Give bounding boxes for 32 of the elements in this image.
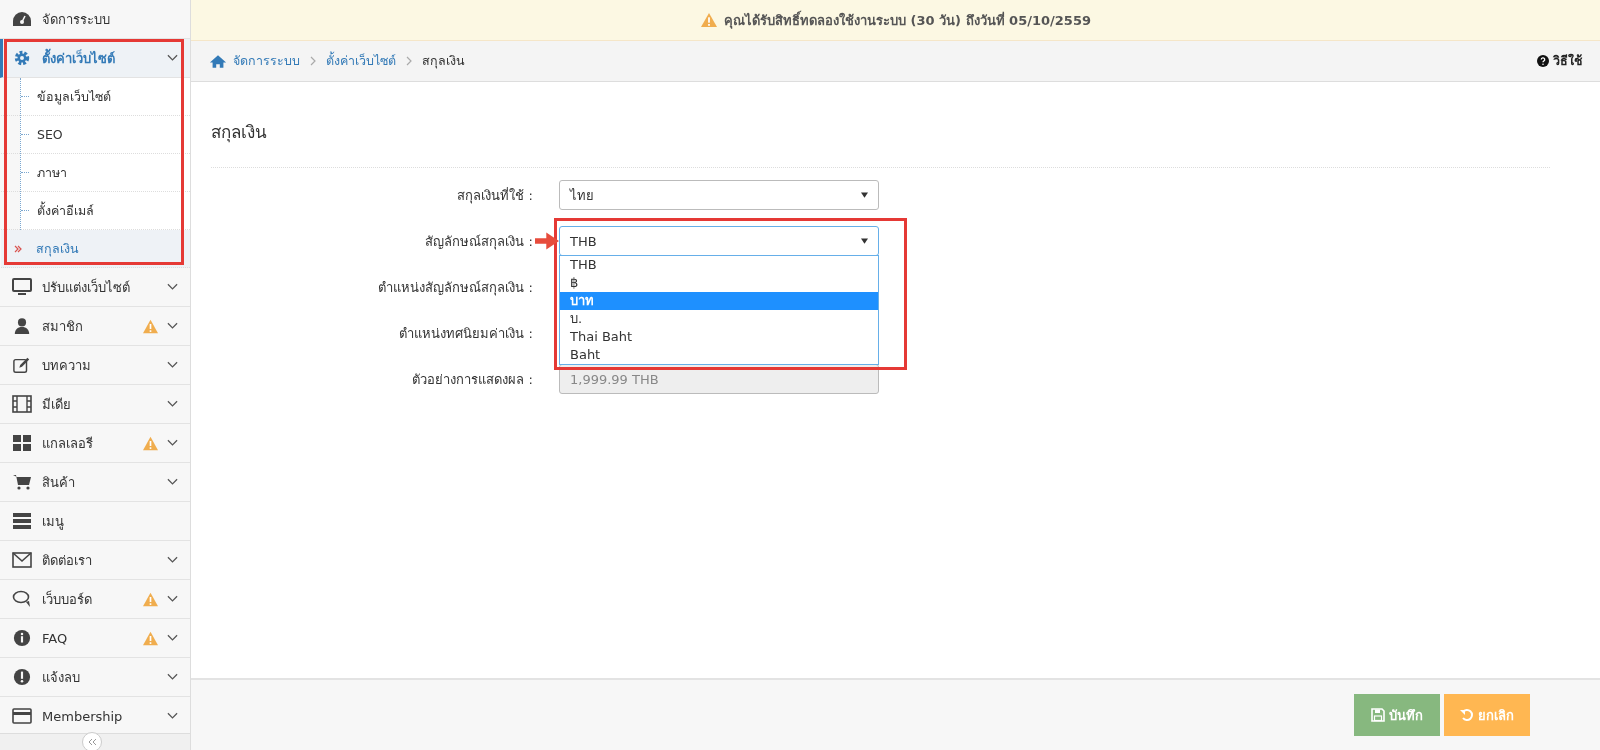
select-field[interactable]: ไทย xyxy=(559,180,879,210)
sidebar-item[interactable]: สินค้า xyxy=(0,463,190,502)
field-label: ตัวอย่างการแสดงผล : xyxy=(411,370,533,389)
dropdown-option[interactable]: THB xyxy=(560,256,878,274)
sidebar-item[interactable]: มีเดีย xyxy=(0,385,190,424)
field-label: ตำแหน่งทศนิยมค่าเงิน : xyxy=(398,324,533,343)
sidebar-item[interactable]: แจ้งลบ xyxy=(0,658,190,697)
breadcrumb-current: สกุลเงิน xyxy=(422,52,465,71)
field-label: สกุลเงินที่ใช้ : xyxy=(456,186,533,206)
sidebar-item[interactable]: ติดต่อเรา xyxy=(0,541,190,580)
sidebar-item[interactable]: FAQ xyxy=(0,619,190,658)
sidebar-item[interactable]: จัดการระบบ xyxy=(0,0,190,39)
submenu-item[interactable]: ข้อมูลเว็บไซต์ xyxy=(1,78,190,116)
field-label: สัญลักษณ์สกุลเงิน : xyxy=(424,232,533,252)
breadcrumb-link[interactable]: จัดการระบบ xyxy=(233,51,300,71)
trial-notice: คุณได้รับสิทธิ์ทดลองใช้งานระบบ (30 วัน) ถึงวันที่ 05/10/2559 xyxy=(724,9,1091,31)
dropdown-option[interactable]: Baht xyxy=(560,346,878,364)
page-title: สกุลเงิน xyxy=(211,118,1550,168)
sidebar-item[interactable]: ปรับแต่งเว็บไซต์ xyxy=(0,268,190,307)
submenu-item[interactable]: SEO xyxy=(1,116,190,154)
submenu-item[interactable]: ภาษา xyxy=(1,154,190,192)
dropdown-option[interactable]: Thai Baht xyxy=(560,328,878,346)
sidebar-item[interactable]: แกลเลอรี xyxy=(0,424,190,463)
sidebar-item[interactable]: สมาชิก xyxy=(0,307,190,346)
sidebar-item[interactable]: เมนู xyxy=(0,502,190,541)
help-link[interactable]: วิธีใช้ xyxy=(1537,51,1582,71)
breadcrumb-link[interactable]: ตั้งค่าเว็บไซต์ xyxy=(326,51,396,71)
dropdown-option[interactable]: บ. xyxy=(560,310,878,328)
field-label: ตำแหน่งสัญลักษณ์สกุลเงิน : xyxy=(377,278,533,298)
sidebar-item[interactable]: บทความ xyxy=(0,346,190,385)
sidebar-item[interactable]: เว็บบอร์ด xyxy=(0,580,190,619)
dropdown-option[interactable]: ฿ xyxy=(560,274,878,292)
